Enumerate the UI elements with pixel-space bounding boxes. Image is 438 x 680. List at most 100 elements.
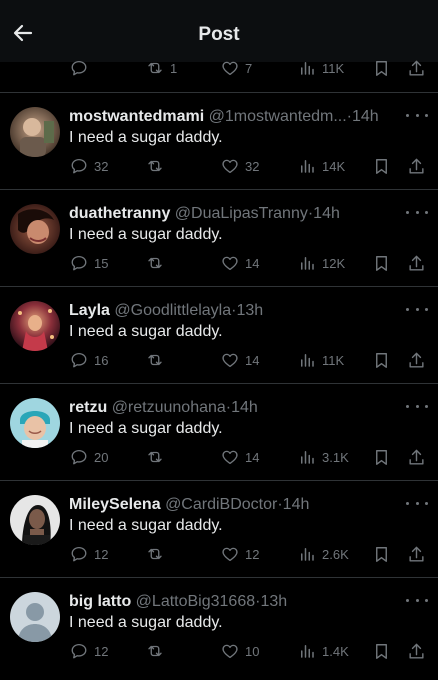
tweet-text: I need a sugar daddy. bbox=[69, 129, 223, 146]
reply-button[interactable]: 15 bbox=[70, 251, 108, 275]
reply-button[interactable]: 12 bbox=[70, 542, 108, 566]
display-name[interactable]: retzu bbox=[69, 399, 107, 416]
reply-count: 32 bbox=[94, 158, 109, 174]
user-handle[interactable]: @CardiBDoctor bbox=[165, 496, 277, 513]
heart-icon bbox=[222, 547, 238, 562]
timestamp[interactable]: 13h bbox=[236, 302, 263, 319]
more-options-button[interactable] bbox=[406, 399, 428, 413]
repost-button[interactable] bbox=[146, 154, 170, 178]
repost-button[interactable]: 1 bbox=[146, 56, 177, 80]
views-button[interactable]: 2.6K bbox=[298, 542, 349, 566]
repost-button[interactable] bbox=[146, 639, 170, 663]
display-name[interactable]: duathetranny bbox=[69, 205, 170, 222]
like-count: 32 bbox=[245, 158, 260, 174]
avatar[interactable] bbox=[10, 398, 60, 448]
share-button[interactable] bbox=[407, 154, 426, 178]
reply-tweet[interactable]: retzu @retzuunohana·14h I need a sugar d… bbox=[0, 383, 438, 479]
views-count: 1.4K bbox=[322, 643, 349, 659]
like-button[interactable]: 14 bbox=[221, 348, 259, 372]
tweet-actions: 12 10 1.4K bbox=[0, 639, 438, 663]
views-button[interactable]: 12K bbox=[298, 251, 345, 275]
reply-icon bbox=[71, 352, 87, 368]
user-handle[interactable]: @1mostwantedm... bbox=[209, 108, 347, 125]
user-handle[interactable]: @retzuunohana bbox=[112, 399, 226, 416]
more-options-button[interactable] bbox=[406, 108, 428, 122]
timestamp[interactable]: 14h bbox=[231, 399, 258, 416]
like-button[interactable]: 14 bbox=[221, 445, 259, 469]
bookmark-button[interactable] bbox=[372, 542, 391, 566]
more-options-button[interactable] bbox=[406, 205, 428, 219]
views-button[interactable]: 14K bbox=[298, 154, 345, 178]
bookmark-button[interactable] bbox=[372, 56, 391, 80]
share-button[interactable] bbox=[407, 542, 426, 566]
views-button[interactable]: 11K bbox=[298, 56, 344, 80]
views-button[interactable]: 1.4K bbox=[298, 639, 349, 663]
tweet-actions: 15 14 12K bbox=[0, 251, 438, 275]
share-button[interactable] bbox=[407, 56, 426, 80]
bookmark-button[interactable] bbox=[372, 348, 391, 372]
reply-tweet[interactable]: mostwantedmami @1mostwantedm...·14h I ne… bbox=[0, 92, 438, 188]
reply-tweet[interactable]: Layla @Goodlittlelayla·13h I need a suga… bbox=[0, 286, 438, 382]
reply-tweet[interactable]: big latto @LattoBig31668·13h I need a su… bbox=[0, 577, 438, 673]
avatar[interactable] bbox=[10, 495, 60, 545]
like-button[interactable]: 32 bbox=[221, 154, 259, 178]
avatar[interactable] bbox=[10, 204, 60, 254]
reply-tweet[interactable]: duathetranny @DuaLipasTranny·14h I need … bbox=[0, 189, 438, 285]
tweet-actions: 20 14 3.1K bbox=[0, 445, 438, 469]
repost-icon bbox=[148, 645, 162, 657]
reply-button[interactable]: 20 bbox=[70, 445, 108, 469]
views-button[interactable]: 3.1K bbox=[298, 445, 349, 469]
like-button[interactable]: 7 bbox=[221, 56, 252, 80]
user-handle[interactable]: @Goodlittlelayla bbox=[114, 302, 231, 319]
reply-button[interactable] bbox=[70, 56, 94, 80]
repost-button[interactable] bbox=[146, 542, 170, 566]
bookmark-button[interactable] bbox=[372, 251, 391, 275]
share-button[interactable] bbox=[407, 251, 426, 275]
avatar[interactable] bbox=[10, 107, 60, 157]
like-button[interactable]: 12 bbox=[221, 542, 259, 566]
user-handle[interactable]: @LattoBig31668 bbox=[136, 593, 255, 610]
reply-count: 12 bbox=[94, 643, 109, 659]
reply-icon bbox=[71, 449, 87, 465]
display-name[interactable]: Layla bbox=[69, 302, 110, 319]
share-button[interactable] bbox=[407, 445, 426, 469]
reply-button[interactable]: 12 bbox=[70, 639, 108, 663]
share-icon bbox=[409, 449, 424, 465]
repost-button[interactable] bbox=[146, 445, 170, 469]
like-button[interactable]: 10 bbox=[221, 639, 259, 663]
display-name[interactable]: big latto bbox=[69, 593, 131, 610]
views-icon bbox=[301, 62, 314, 75]
bookmark-button[interactable] bbox=[372, 154, 391, 178]
like-button[interactable]: 14 bbox=[221, 251, 259, 275]
more-options-button[interactable] bbox=[406, 496, 428, 510]
tweet-meta: duathetranny @DuaLipasTranny·14h bbox=[69, 204, 399, 224]
user-handle[interactable]: @DuaLipasTranny bbox=[175, 205, 308, 222]
repost-button[interactable] bbox=[146, 348, 170, 372]
reply-count: 16 bbox=[94, 352, 109, 368]
views-button[interactable]: 11K bbox=[298, 348, 344, 372]
avatar[interactable] bbox=[10, 301, 60, 351]
like-count: 7 bbox=[245, 60, 253, 76]
more-options-button[interactable] bbox=[406, 593, 428, 607]
display-name[interactable]: MileySelena bbox=[69, 496, 161, 513]
display-name[interactable]: mostwantedmami bbox=[69, 108, 204, 125]
timestamp[interactable]: 14h bbox=[313, 205, 340, 222]
tweet-text: I need a sugar daddy. bbox=[69, 614, 223, 631]
more-options-button[interactable] bbox=[406, 302, 428, 316]
reply-tweet[interactable]: MileySelena @CardiBDoctor·14h I need a s… bbox=[0, 480, 438, 576]
avatar[interactable] bbox=[10, 592, 60, 642]
timestamp[interactable]: 14h bbox=[283, 496, 310, 513]
bookmark-button[interactable] bbox=[372, 445, 391, 469]
timestamp[interactable]: 13h bbox=[260, 593, 287, 610]
reply-button[interactable]: 32 bbox=[70, 154, 108, 178]
share-button[interactable] bbox=[407, 639, 426, 663]
share-button[interactable] bbox=[407, 348, 426, 372]
bookmark-button[interactable] bbox=[372, 639, 391, 663]
repost-button[interactable] bbox=[146, 251, 170, 275]
bookmark-icon bbox=[376, 449, 387, 465]
repost-icon bbox=[148, 354, 162, 366]
timestamp[interactable]: 14h bbox=[352, 108, 379, 125]
reply-button[interactable]: 16 bbox=[70, 348, 108, 372]
default-avatar-icon bbox=[10, 592, 60, 642]
views-icon bbox=[301, 645, 314, 658]
